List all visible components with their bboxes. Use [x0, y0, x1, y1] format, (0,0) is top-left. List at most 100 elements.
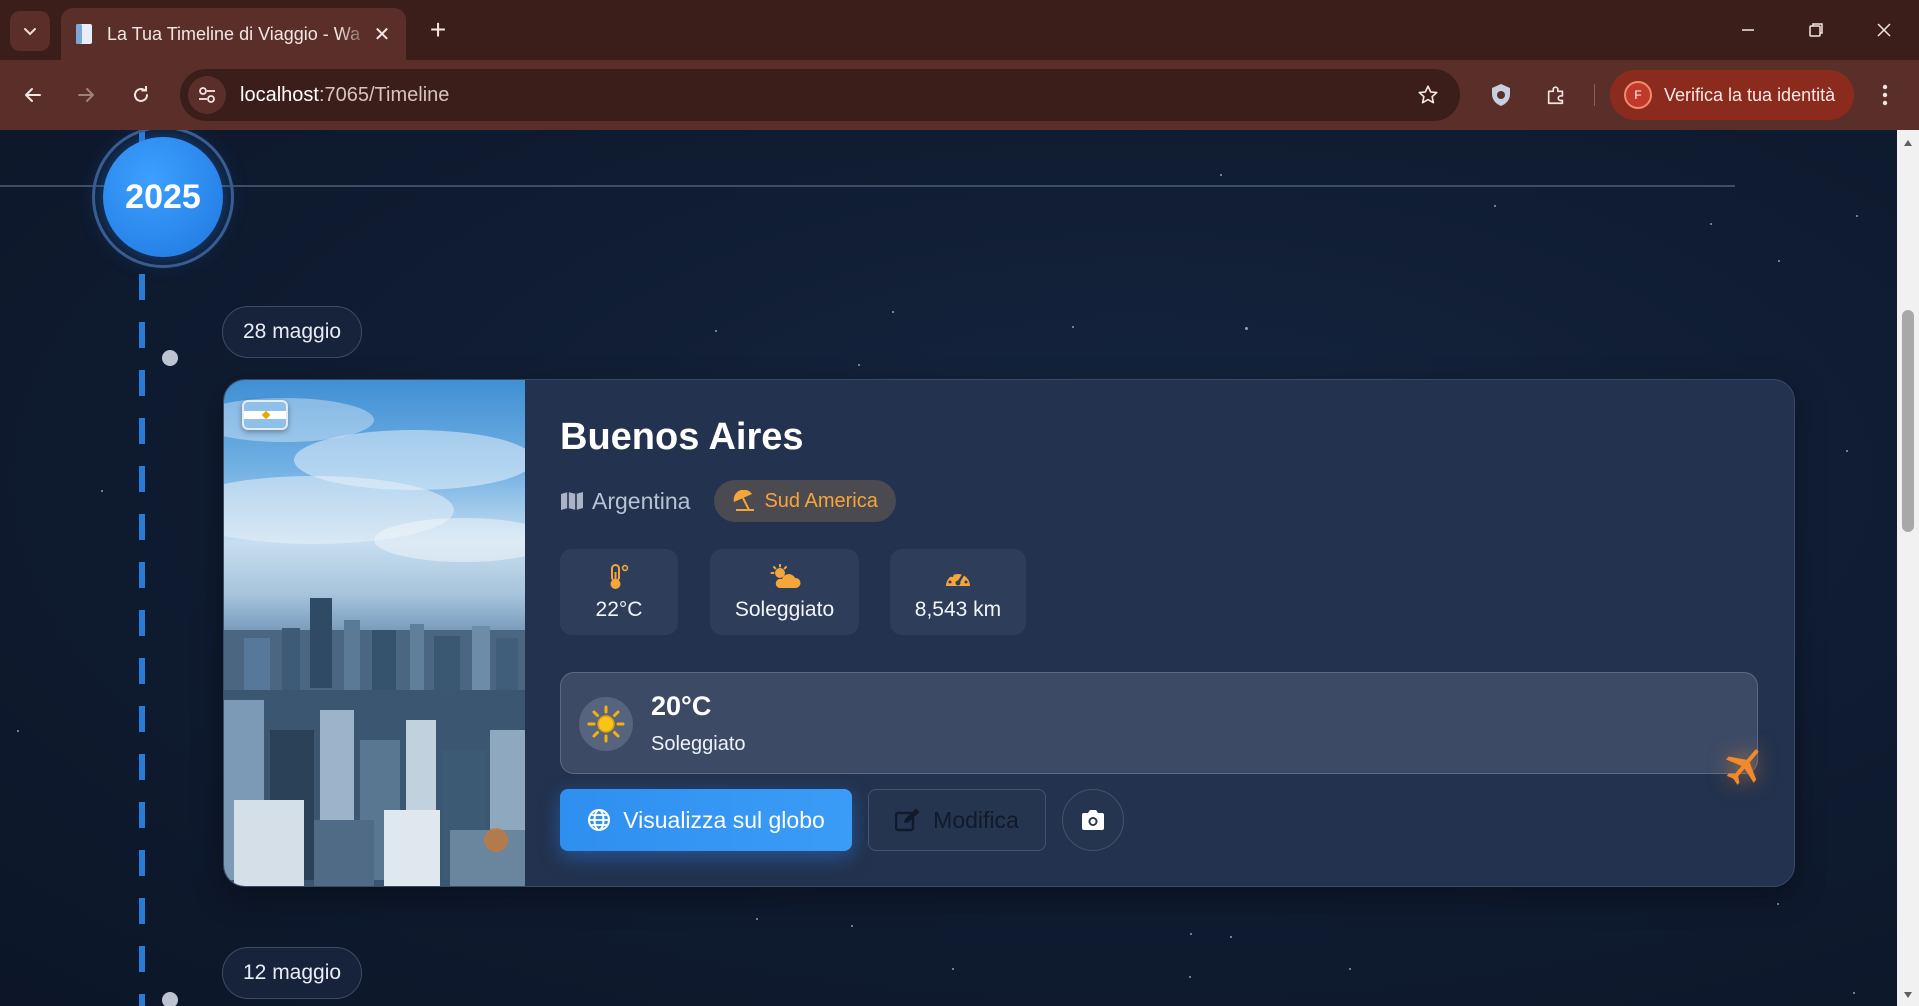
star-decoration [17, 730, 19, 732]
star-decoration [101, 490, 103, 492]
view-on-globe-button[interactable]: Visualizza sul globo [560, 789, 852, 851]
address-bar[interactable]: localhost:7065/Timeline [180, 69, 1460, 121]
profile-button[interactable]: F Verifica la tua identità [1610, 70, 1854, 120]
star-decoration [858, 364, 860, 366]
trip-card: Buenos Aires Argentina Sud America 22°C [223, 379, 1795, 887]
city-skyline-illustration [224, 398, 525, 886]
star-decoration [851, 925, 853, 927]
beach-umbrella-icon [732, 490, 756, 512]
entry-date-badge: 12 maggio [222, 947, 363, 999]
city-name: Buenos Aires [560, 416, 804, 458]
globe-icon [587, 808, 611, 832]
location-meta: Argentina Sud America [560, 480, 896, 522]
star-decoration [1072, 326, 1074, 328]
star-decoration [715, 330, 717, 332]
chevron-down-icon [24, 28, 36, 36]
weather-description: Soleggiato [651, 733, 746, 755]
star-decoration [1856, 215, 1858, 217]
gauge-icon [944, 562, 972, 590]
more-menu-icon[interactable] [1866, 76, 1904, 114]
year-badge: 2025 [92, 130, 234, 268]
view-on-globe-label: Visualizza sul globo [623, 806, 825, 833]
thermometer-icon [607, 562, 631, 590]
weather-temperature: 20°C [651, 691, 712, 721]
arrow-left-icon [25, 88, 41, 102]
map-icon [560, 491, 584, 511]
country-label: Argentina [560, 488, 690, 515]
browser-toolbar: localhost:7065/Timeline F Verifica la tu… [0, 60, 1919, 130]
page-viewport: 2025 28 maggio Buenos Aires Argentina Su… [0, 130, 1897, 1006]
camera-icon [1082, 810, 1104, 830]
tab-search-button[interactable] [10, 11, 50, 51]
arrow-right-icon [78, 88, 94, 102]
stat-value: Soleggiato [734, 598, 835, 621]
star-decoration [1846, 450, 1848, 452]
back-button[interactable] [14, 76, 52, 114]
stat-distance: 8,543 km [890, 549, 1026, 635]
star-decoration [1230, 936, 1232, 938]
edit-icon [895, 808, 921, 832]
region-badge: Sud America [714, 480, 896, 522]
close-tab-icon[interactable]: ✕ [370, 22, 394, 46]
current-weather-panel: 20°C Soleggiato [560, 672, 1758, 774]
sun-icon [579, 697, 633, 751]
bookmark-star-icon[interactable] [1408, 75, 1448, 115]
year-divider-line [0, 185, 1735, 187]
restore-button[interactable] [1781, 0, 1851, 60]
page-favicon-icon [73, 23, 95, 45]
minimize-icon [1742, 29, 1754, 31]
stat-temperature: 22°C [560, 549, 678, 635]
url-text[interactable]: localhost:7065/Timeline [240, 84, 1408, 107]
edit-label: Modifica [933, 806, 1019, 833]
reload-button[interactable] [122, 76, 160, 114]
shield-extension-icon[interactable] [1482, 76, 1520, 114]
star-decoration [892, 311, 894, 313]
browser-tab-active[interactable]: La Tua Timeline di Viaggio - Wa ✕ [61, 8, 406, 60]
page-scrollbar[interactable] [1897, 130, 1919, 1006]
tab-strip: La Tua Timeline di Viaggio - Wa ✕ + [0, 0, 1919, 60]
site-info-button[interactable] [188, 76, 226, 114]
star-decoration [1777, 903, 1779, 905]
scroll-down-arrow-icon[interactable] [1897, 986, 1919, 1004]
tune-icon [199, 87, 215, 103]
extensions-puzzle-icon[interactable] [1537, 76, 1575, 114]
timeline-node [162, 350, 178, 366]
argentina-flag-icon [242, 400, 288, 430]
star-decoration [1245, 327, 1248, 330]
stat-value: 22°C [595, 598, 643, 621]
star-decoration [1220, 174, 1222, 176]
star-decoration [756, 918, 758, 920]
close-icon [1877, 23, 1891, 37]
region-name: Sud America [764, 489, 878, 512]
sun-behind-cloud-icon [769, 562, 801, 590]
forward-button[interactable] [67, 76, 105, 114]
restore-icon [1809, 23, 1823, 37]
toolbar-divider [1594, 84, 1595, 106]
star-decoration [1189, 976, 1191, 978]
add-photo-button[interactable] [1062, 789, 1124, 851]
airplane-icon [1718, 738, 1772, 792]
entry-date-badge: 28 maggio [222, 306, 363, 358]
reload-icon [134, 86, 148, 102]
stat-weather: Soleggiato [710, 549, 859, 635]
tab-title: La Tua Timeline di Viaggio - Wa [107, 23, 361, 44]
timeline-node [162, 992, 178, 1006]
scroll-up-arrow-icon[interactable] [1897, 134, 1919, 152]
star-decoration [952, 968, 954, 970]
year-label: 2025 [103, 137, 223, 257]
country-name: Argentina [592, 487, 691, 514]
close-window-button[interactable] [1849, 0, 1919, 60]
star-decoration [1349, 968, 1351, 970]
stat-value: 8,543 km [914, 598, 1002, 621]
edit-button[interactable]: Modifica [868, 789, 1046, 851]
minimize-button[interactable] [1713, 0, 1783, 60]
avatar: F [1624, 81, 1652, 109]
scrollbar-thumb[interactable] [1902, 310, 1914, 532]
star-decoration [1710, 223, 1712, 225]
new-tab-button[interactable]: + [420, 12, 456, 48]
star-decoration [1494, 205, 1496, 207]
star-decoration [1853, 992, 1855, 994]
profile-label: Verifica la tua identità [1664, 84, 1836, 105]
star-decoration [1778, 260, 1780, 262]
star-decoration [1190, 933, 1192, 935]
